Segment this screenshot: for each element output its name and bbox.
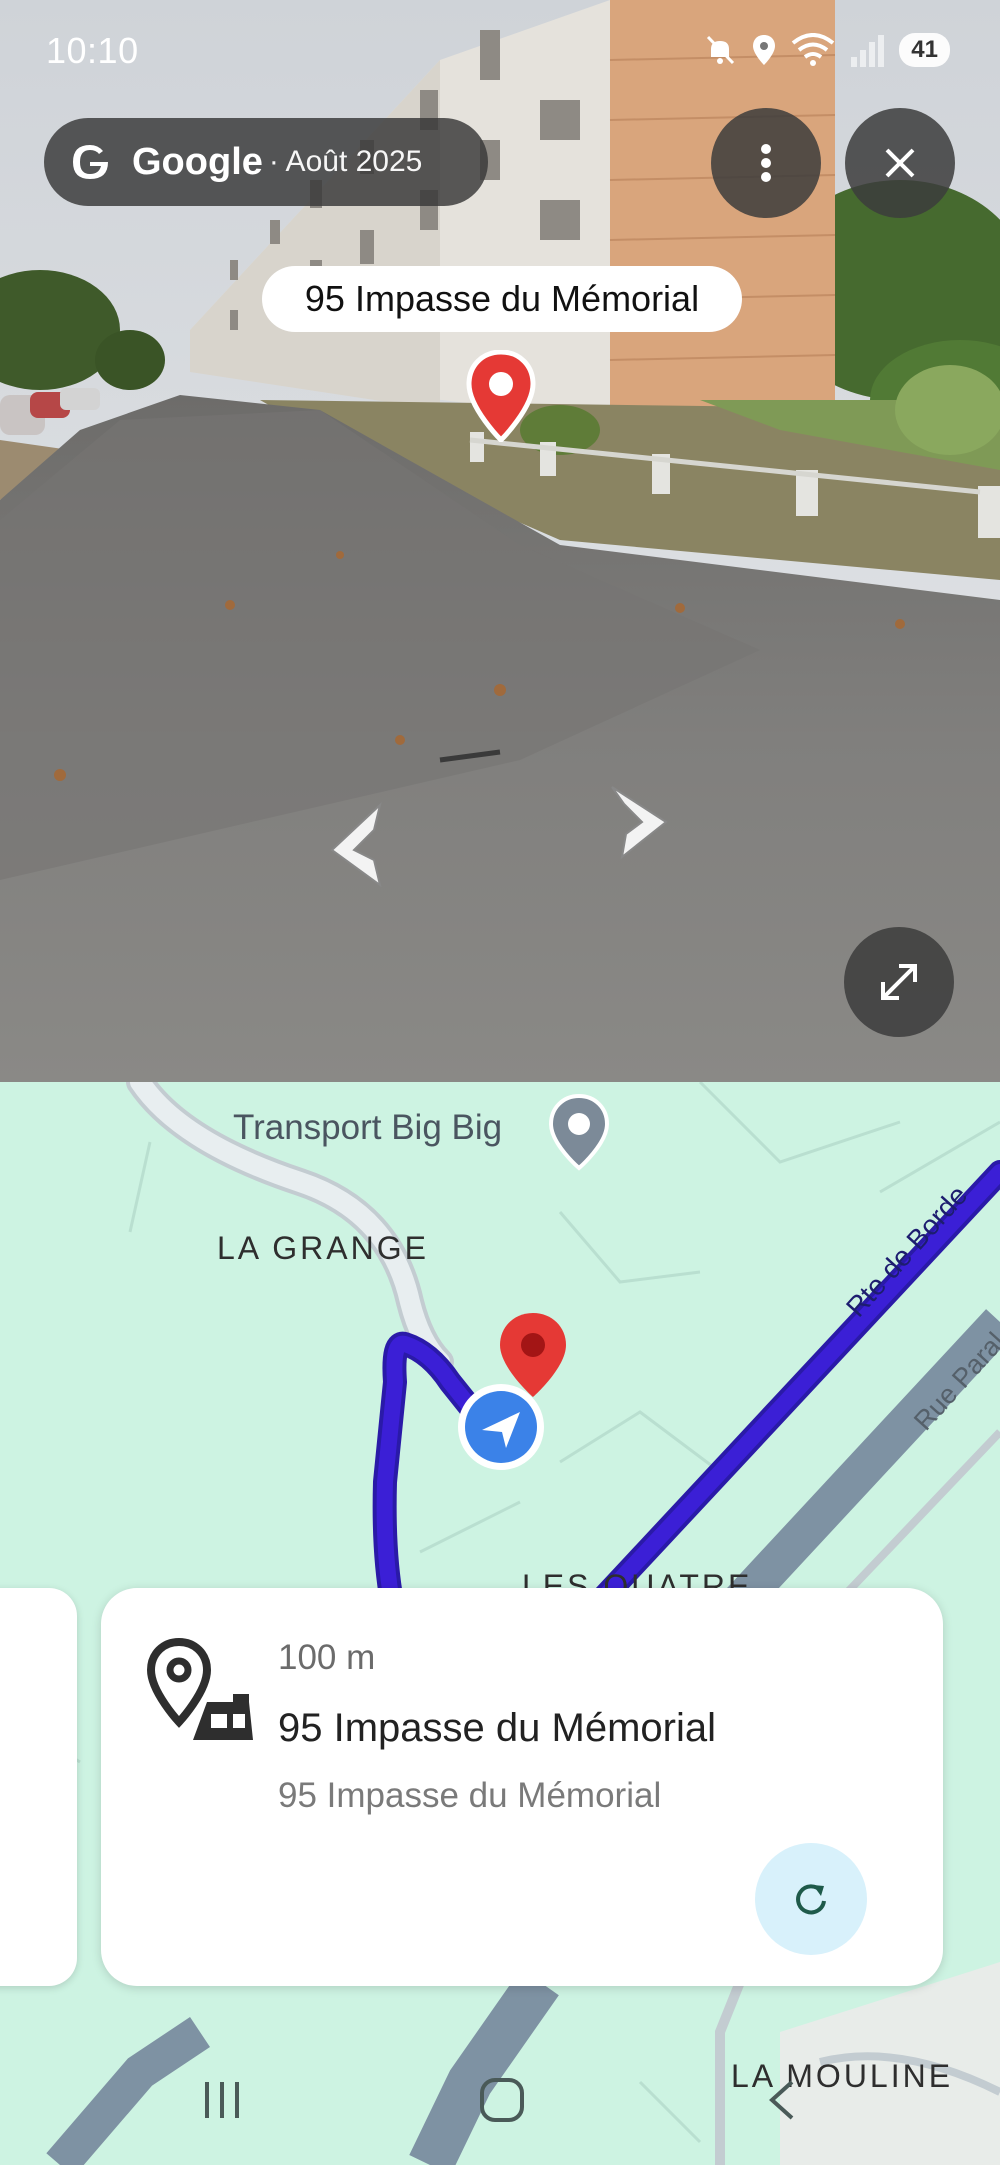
signal-icon <box>851 35 885 67</box>
back-button[interactable] <box>742 2070 822 2130</box>
imagery-date: · Août 2025 <box>268 145 423 178</box>
street-view-pin-icon <box>466 350 536 442</box>
home-icon <box>480 2078 524 2122</box>
back-chevron-icon <box>769 2080 794 2120</box>
place-title: 95 Impasse du Mémorial <box>278 1706 716 1750</box>
battery-indicator: 41 <box>899 33 950 67</box>
place-info-card[interactable]: 100 m 95 Impasse du Mémorial 95 Impasse … <box>101 1588 943 1986</box>
previous-card[interactable] <box>0 1588 77 1986</box>
distance-text: 100 m <box>278 1638 376 1677</box>
poi-label[interactable]: Transport Big Big <box>233 1108 502 1148</box>
move-back-arrow-icon[interactable] <box>322 800 392 890</box>
fullscreen-icon <box>881 964 917 1000</box>
status-time: 10:10 <box>46 30 139 71</box>
close-button[interactable] <box>845 108 955 218</box>
current-location-icon[interactable] <box>456 1382 546 1472</box>
refresh-button[interactable] <box>755 1843 867 1955</box>
close-icon <box>885 148 915 178</box>
home-button[interactable] <box>462 2070 542 2130</box>
recents-icon <box>205 2082 239 2118</box>
move-forward-arrow-icon[interactable] <box>604 782 674 862</box>
street-view-panel[interactable]: 10:10 41 Google · Août 2025 95 Impasse d… <box>0 0 1000 1082</box>
google-logo-icon <box>73 145 108 179</box>
google-label: Google <box>132 140 263 183</box>
imagery-date-chip[interactable]: Google · Août 2025 <box>44 118 488 206</box>
refresh-icon <box>796 1884 826 1915</box>
wifi-icon <box>792 33 835 66</box>
poi-marker-icon[interactable] <box>548 1094 610 1174</box>
mute-icon <box>707 35 735 65</box>
location-icon <box>753 35 776 65</box>
status-bar: 10:10 41 <box>0 0 1000 100</box>
more-vert-icon <box>761 144 771 182</box>
more-options-button[interactable] <box>711 108 821 218</box>
recents-button[interactable] <box>182 2070 262 2130</box>
system-navigation-bar <box>0 2035 1000 2165</box>
area-label-la-grange: LA GRANGE <box>217 1230 429 1266</box>
status-icons: 41 <box>703 30 950 70</box>
place-address-icon <box>146 1637 253 1740</box>
place-subtitle: 95 Impasse du Mémorial <box>278 1776 662 1815</box>
street-view-address-label: 95 Impasse du Mémorial <box>262 266 742 332</box>
expand-button[interactable] <box>844 927 954 1037</box>
